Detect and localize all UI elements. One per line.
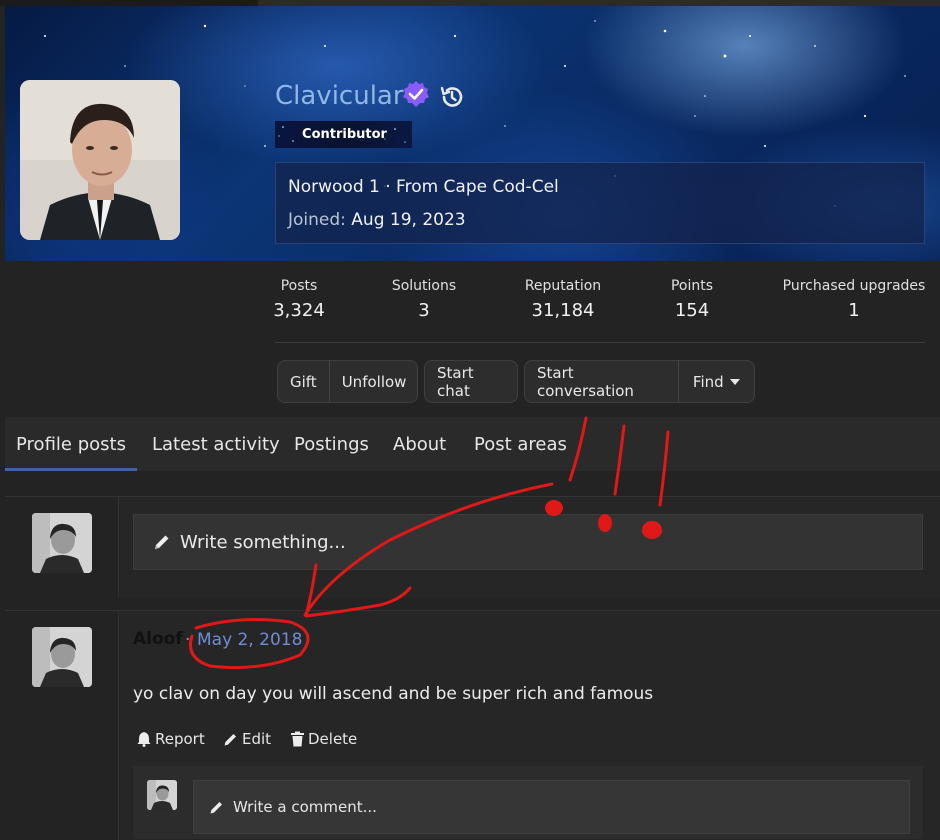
tab-label: Postings <box>294 433 369 455</box>
tab-label: Latest activity <box>152 433 280 455</box>
history-icon[interactable] <box>439 84 465 110</box>
user-title-badge: Contributor <box>275 121 412 148</box>
chevron-down-icon <box>729 378 740 385</box>
post-meta-separator: · <box>185 630 191 650</box>
gift-unfollow-group: Gift Unfollow <box>277 360 418 403</box>
post-body-text: yo clav on day you will ascend and be su… <box>133 684 654 704</box>
gift-button[interactable]: Gift <box>278 361 329 402</box>
tab-latest-activity[interactable]: Latest activity <box>152 417 280 471</box>
write-comment-input[interactable]: Write a comment... <box>193 780 910 834</box>
tab-label: Post areas <box>474 433 567 455</box>
tab-label: Profile posts <box>16 433 126 455</box>
report-button[interactable]: Report <box>136 730 205 748</box>
stat-label: Reputation <box>524 278 602 294</box>
post-date-link[interactable]: May 2, 2018 <box>197 630 302 650</box>
find-label: Find <box>692 372 724 391</box>
stat-solutions[interactable]: Solutions 3 <box>385 278 463 321</box>
stat-value: 3 <box>418 300 430 321</box>
profile-info-box: Norwood 1 · From Cape Cod-Cel Joined: Au… <box>275 162 925 244</box>
start-chat-group: Start chat <box>424 360 518 403</box>
profile-username: Clavicular <box>275 81 404 111</box>
write-something-input[interactable]: Write something... <box>133 514 923 570</box>
stat-value: 154 <box>674 300 710 321</box>
stat-value: 3,324 <box>273 300 325 321</box>
conversation-find-group: Start conversation Find <box>524 360 755 403</box>
delete-label: Delete <box>308 730 358 748</box>
badge-label: Contributor <box>302 127 387 142</box>
stat-points[interactable]: Points 154 <box>662 278 722 321</box>
tab-profile-posts[interactable]: Profile posts <box>5 417 137 471</box>
stat-label: Purchased upgrades <box>782 278 926 294</box>
joined-line: Joined: Aug 19, 2023 <box>288 210 466 230</box>
comment-avatar[interactable] <box>147 780 177 810</box>
unfollow-button[interactable]: Unfollow <box>328 361 417 402</box>
profile-avatar[interactable] <box>20 80 180 240</box>
profile-tabs: Profile posts Latest activity Postings A… <box>5 417 940 471</box>
stat-reputation[interactable]: Reputation 31,184 <box>518 278 608 321</box>
write-comment-placeholder: Write a comment... <box>233 798 377 816</box>
stat-label: Points <box>670 278 714 294</box>
tab-postings[interactable]: Postings <box>294 417 369 471</box>
pencil-icon <box>155 535 169 549</box>
start-conversation-button[interactable]: Start conversation <box>525 361 678 402</box>
joined-label: Joined: <box>288 210 346 230</box>
pencil-icon <box>210 801 223 813</box>
stat-label: Posts <box>280 278 318 294</box>
bell-icon <box>137 732 151 747</box>
stat-posts[interactable]: Posts 3,324 <box>270 278 328 321</box>
start-chat-button[interactable]: Start chat <box>425 361 517 402</box>
joined-date: Aug 19, 2023 <box>351 210 466 230</box>
post-author-avatar[interactable] <box>32 627 92 687</box>
stat-value: 31,184 <box>531 300 595 321</box>
post-author-link[interactable]: Aloof <box>133 629 183 649</box>
stat-label: Solutions <box>391 278 457 294</box>
tab-label: About <box>393 433 447 455</box>
report-label: Report <box>155 730 205 748</box>
write-something-placeholder: Write something... <box>180 531 346 553</box>
stats-divider <box>275 342 925 343</box>
tab-post-areas[interactable]: Post areas <box>474 417 567 471</box>
stat-purchased-upgrades[interactable]: Purchased upgrades 1 <box>778 278 930 321</box>
edit-label: Edit <box>242 730 272 748</box>
tab-about[interactable]: About <box>393 417 446 471</box>
delete-button[interactable]: Delete <box>290 730 357 748</box>
location-line: Norwood 1 · From Cape Cod-Cel <box>288 177 559 197</box>
trash-icon <box>291 731 304 747</box>
pencil-icon <box>224 733 237 745</box>
stat-value: 1 <box>848 300 860 321</box>
edit-button[interactable]: Edit <box>222 730 271 748</box>
find-dropdown[interactable]: Find <box>677 361 754 402</box>
composer-avatar[interactable] <box>32 513 92 573</box>
verified-check-icon <box>403 81 429 107</box>
